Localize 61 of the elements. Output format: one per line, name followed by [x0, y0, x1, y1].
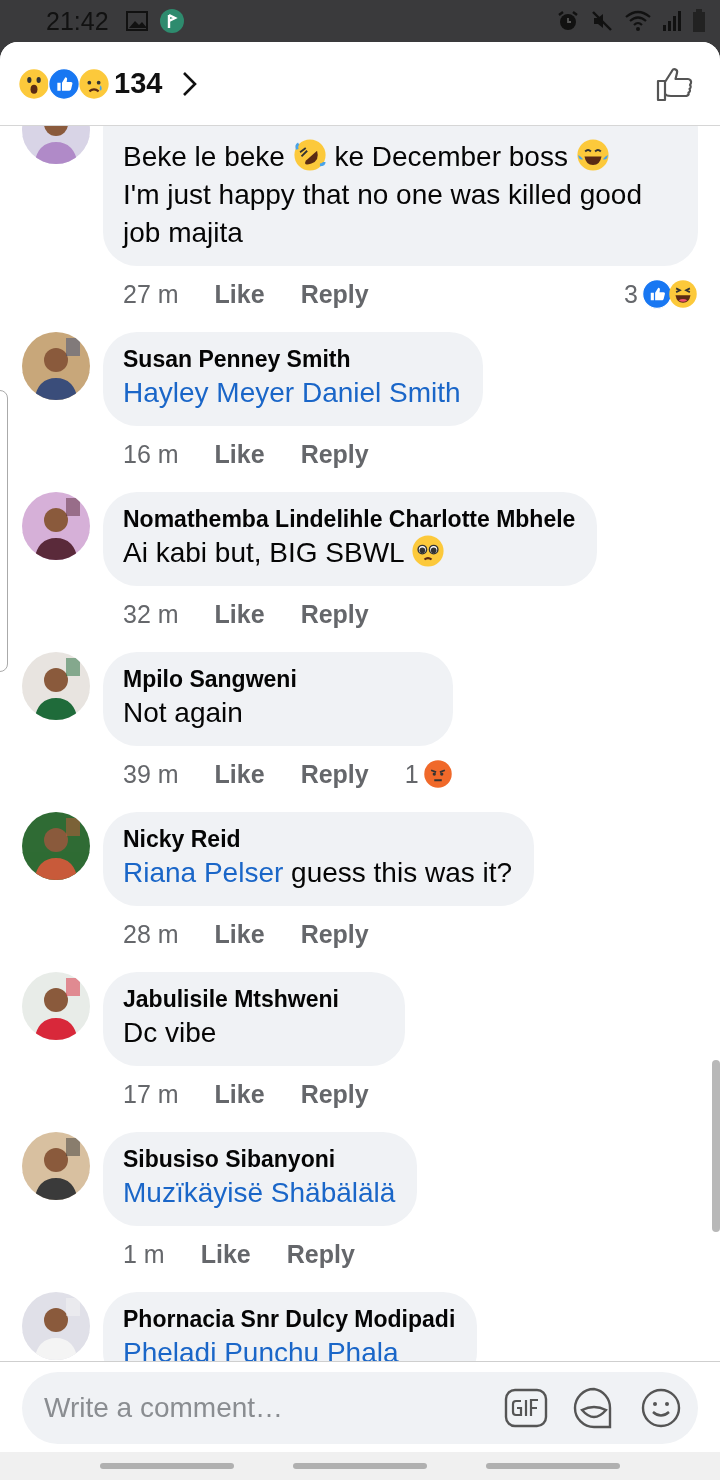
mention-link[interactable]: Riana Pelser	[123, 857, 284, 888]
comment-text: Ai kabi but, BIG SBWL	[123, 534, 576, 572]
mention-link[interactable]: Hayley Meyer Daniel Smith	[123, 374, 461, 412]
sad-reaction-icon	[78, 67, 110, 100]
reply-link[interactable]: Reply	[286, 1239, 355, 1269]
comment-time: 27 m	[123, 279, 179, 309]
like-link[interactable]: Like	[214, 599, 265, 629]
rolling-laughing-emoji-icon	[292, 138, 327, 172]
pleading-face-emoji-icon	[411, 534, 446, 568]
comment-text: Dc vibe	[123, 1016, 218, 1050]
reply-link[interactable]: Reply	[300, 1079, 369, 1109]
like-link[interactable]: Like	[214, 1079, 265, 1109]
emoji-icon[interactable]	[640, 1387, 682, 1429]
mute-icon	[590, 9, 614, 33]
comment-time: 16 m	[123, 439, 179, 469]
like-link[interactable]: Like	[214, 279, 265, 309]
reply-link[interactable]: Reply	[300, 279, 369, 309]
comment-text: Not again	[123, 696, 244, 730]
commenter-name[interactable]: Jabulisile Mtshweni	[123, 984, 383, 1014]
app-notification-icon	[158, 8, 185, 34]
laughing-reaction-icon	[668, 279, 698, 309]
like-link[interactable]: Like	[214, 759, 265, 789]
commenter-name[interactable]: Phornacia Snr Dulcy Modipadi	[123, 1304, 456, 1334]
like-reaction-icon	[48, 67, 80, 100]
angry-reaction-icon	[422, 759, 453, 789]
reaction-count: 3	[624, 279, 638, 309]
reply-link[interactable]: Reply	[300, 439, 369, 469]
reaction-count: 1	[404, 759, 419, 789]
reply-link[interactable]: Reply	[300, 599, 369, 629]
comment-time: 32 m	[123, 599, 179, 629]
gif-icon[interactable]	[504, 1388, 548, 1428]
comment-time: 17 m	[123, 1079, 179, 1109]
reactions-summary[interactable]: 134	[18, 67, 199, 100]
commenter-name[interactable]: Nicky Reid	[123, 824, 513, 854]
laughing-tears-emoji-icon	[575, 138, 610, 172]
like-link[interactable]: Like	[214, 919, 265, 949]
alarm-icon	[556, 9, 580, 33]
commenter-name[interactable]: Nomathemba Lindelihle Charlotte Mbhele	[123, 504, 576, 534]
comment-time: 28 m	[123, 919, 179, 949]
back-button[interactable]	[486, 1463, 621, 1469]
comment-text: Beke le beke ke December boss I'm just happy that no one was killed good job majita	[123, 138, 642, 252]
comment-time: 39 m	[123, 759, 179, 789]
comment-time: 1 m	[123, 1239, 165, 1269]
like-link[interactable]: Like	[214, 439, 265, 469]
mention-link[interactable]: Muzïkäyisë Shäbälälä	[123, 1174, 396, 1212]
comment-text: Riana Pelser guess this was it?	[123, 856, 513, 890]
commenter-name[interactable]: Mpilo Sangweni	[123, 664, 431, 694]
commenter-name[interactable]: Sibusiso Sibanyoni	[123, 1144, 396, 1174]
image-icon	[124, 10, 149, 32]
scrollbar[interactable]	[712, 1060, 720, 1232]
comment-field[interactable]: Write a comment…	[22, 1372, 698, 1444]
signal-icon	[662, 10, 682, 32]
wow-reaction-icon	[18, 67, 50, 100]
battery-icon	[692, 9, 706, 33]
wifi-icon	[624, 9, 652, 33]
commenter-name[interactable]: Susan Penney Smith	[123, 344, 461, 374]
like-link[interactable]: Like	[200, 1239, 251, 1269]
recent-apps-button[interactable]	[99, 1463, 234, 1469]
like-reaction-icon	[642, 279, 672, 309]
reply-link[interactable]: Reply	[300, 919, 369, 949]
reply-link[interactable]: Reply	[300, 759, 369, 789]
